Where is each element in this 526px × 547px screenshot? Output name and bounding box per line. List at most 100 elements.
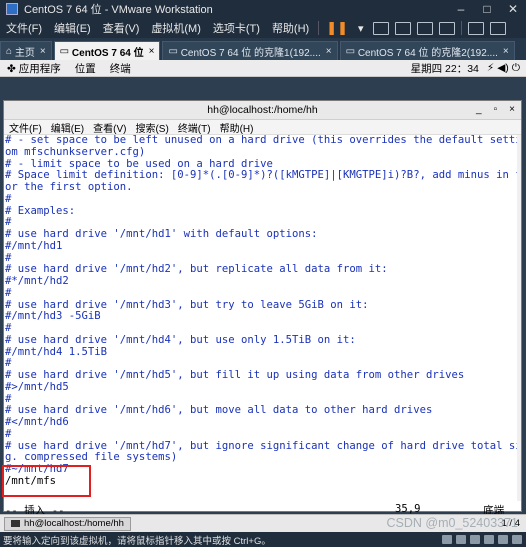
snapshot-icon[interactable] [394,21,411,35]
terminal-line: # [5,252,12,264]
terminal-menubar: 文件(F) 编辑(E) 查看(V) 搜索(S) 终端(T) 帮助(H) [4,120,521,135]
tab-centos7[interactable]: ▭ CentOS 7 64 位 × [53,41,161,60]
vm-icon: ▭ [168,45,181,57]
terminal-line: # Space limit definition: [0-9]*(.[0-9]*… [5,170,519,182]
menu-view[interactable]: 查看(V) [97,20,146,36]
terminal-content[interactable]: # - set space to be left unused on a har… [5,135,519,511]
sound-icon[interactable] [498,535,508,544]
vmware-menubar: 文件(F) 编辑(E) 查看(V) 虚拟机(M) 选项卡(T) 帮助(H) ❚❚… [0,18,526,38]
terminal-window[interactable]: hh@localhost:/home/hh _ ▫ × 文件(F) 编辑(E) … [3,100,522,517]
terminal-line: # use hard drive '/mnt/hd6', but move al… [5,405,433,417]
maximize-icon[interactable]: ▫ [494,104,498,115]
fullscreen-icon[interactable] [489,21,506,35]
terminal-line: om mfschunkserver.cfg) [5,146,146,158]
network-icon: ⚡ [486,61,495,74]
restore-snapshot-icon[interactable] [416,21,433,35]
hard-disk-icon[interactable] [442,535,452,544]
toolbar-divider [460,21,462,35]
window-title: CentOS 7 64 位 - VMware Workstation [24,4,213,16]
menu-edit[interactable]: 编辑(E) [48,20,97,36]
terminal-line: or the first option. [5,182,133,193]
terminal-line: # use hard drive '/mnt/hd3', but try to … [5,299,369,311]
close-icon[interactable]: × [40,46,46,57]
cdrom-icon[interactable] [456,535,466,544]
term-menu-help[interactable]: 帮助(H) [215,120,258,135]
dropdown-icon[interactable]: ▾ [352,22,370,35]
terminal-scrollbar[interactable] [517,135,521,501]
terminal-titlebar[interactable]: hh@localhost:/home/hh _ ▫ × [4,101,521,120]
terminal-title: hh@localhost:/home/hh [207,104,318,116]
vmware-statusbar: 要将输入定向到该虚拟机，请将鼠标指针移入其中或按 Ctrl+G。 [0,532,526,547]
display-icon[interactable] [512,535,522,544]
pause-icon[interactable]: ❚❚ [322,20,352,36]
gnome-foot-icon: ✤ [7,62,19,75]
terminal-line: # - limit space to be used on a hard dri… [5,158,273,170]
terminal-window-controls: _ ▫ × [476,104,515,115]
console-view-icon[interactable] [467,21,484,35]
menu-vm[interactable]: 虚拟机(M) [145,20,207,36]
window-controls: – □ ✕ [448,2,526,16]
tab-clone1[interactable]: ▭ CentOS 7 64 位 的克隆1(192.... × [162,41,338,60]
tab-clone2[interactable]: ▭ CentOS 7 64 位 的克隆2(192.... × [339,41,515,60]
close-icon[interactable]: × [503,46,509,57]
terminal-line: #*/mnt/hd2 [5,276,69,287]
terminal-line: /mnt/mfs [5,475,57,487]
terminal-line: # [5,428,12,440]
manage-snapshots-icon[interactable] [438,21,455,35]
terminal-line: #/mnt/hd4 1.5TiB [5,346,108,358]
vmware-titlebar: CentOS 7 64 位 - VMware Workstation – □ ✕ [0,0,526,18]
terminal-line: # [5,193,12,205]
terminal-line: # use hard drive '/mnt/hd7', but ignore … [5,440,519,452]
minimize-icon[interactable]: _ [476,104,482,115]
vm-icon: ▭ [345,45,358,57]
menu-help[interactable]: 帮助(H) [266,20,315,36]
send-keys-icon[interactable] [372,21,389,35]
menu-tabs[interactable]: 选项卡(T) [207,20,266,36]
system-tray[interactable]: ⚡ ◀) ⏻ [487,62,526,75]
close-icon[interactable]: × [149,46,155,57]
close-icon[interactable]: ✕ [500,2,526,16]
terminal-line: #/mnt/hd1 [5,240,63,252]
vmware-tabbar: ⌂ 主页 × ▭ CentOS 7 64 位 × ▭ CentOS 7 64 位… [0,38,526,60]
terminal-line: # - set space to be left unused on a har… [5,135,519,146]
menu-file[interactable]: 文件(F) [0,20,48,36]
tab-label: CentOS 7 64 位 的克隆2(192.... [357,47,498,59]
terminal-menu[interactable]: 终端 [103,61,138,76]
taskbar-item-label: hh@localhost:/home/hh [24,518,124,529]
status-message: 要将输入定向到该虚拟机，请将鼠标指针移入其中或按 Ctrl+G。 [3,535,271,547]
toolbar-divider [318,21,320,35]
taskbar-terminal-item[interactable]: hh@localhost:/home/hh [4,516,131,531]
device-icons [442,535,526,544]
terminal-line: #</mnt/hd6 [5,417,69,428]
close-icon[interactable]: × [509,104,515,115]
volume-icon: ◀) [497,61,509,74]
close-icon[interactable]: × [326,46,332,57]
term-menu-file[interactable]: 文件(F) [4,120,46,135]
tab-label: CentOS 7 64 位 的克隆1(192.... [180,47,321,59]
places-menu[interactable]: 位置 [68,61,103,76]
term-menu-terminal[interactable]: 终端(T) [173,120,215,135]
terminal-line: # [5,358,12,370]
term-menu-view[interactable]: 查看(V) [88,120,130,135]
tab-label: 主页 [14,47,35,59]
tab-home[interactable]: ⌂ 主页 × [0,41,52,60]
term-menu-search[interactable]: 搜索(S) [130,120,172,135]
maximize-icon[interactable]: □ [474,2,500,16]
terminal-icon [11,520,20,527]
panel-clock[interactable]: 星期四 22：34 [411,61,487,76]
power-icon: ⏻ [511,61,520,74]
terminal-line: g. compressed file systems) [5,452,178,464]
usb-icon[interactable] [484,535,494,544]
tab-label: CentOS 7 64 位 [71,47,144,59]
home-icon: ⌂ [6,45,15,57]
gnome-top-panel: ✤ 应用程序 位置 终端 星期四 22：34 ⚡ ◀) ⏻ [0,60,526,77]
applications-menu[interactable]: ✤ 应用程序 [0,61,68,76]
terminal-line: #/mnt/hd3 -5GiB [5,311,101,323]
terminal-line: # [5,393,12,405]
minimize-icon[interactable]: – [448,2,474,16]
terminal-line: # Examples: [5,205,76,217]
network-adapter-icon[interactable] [470,535,480,544]
term-menu-edit[interactable]: 编辑(E) [46,120,88,135]
terminal-line: # use hard drive '/mnt/hd4', but use onl… [5,334,356,346]
